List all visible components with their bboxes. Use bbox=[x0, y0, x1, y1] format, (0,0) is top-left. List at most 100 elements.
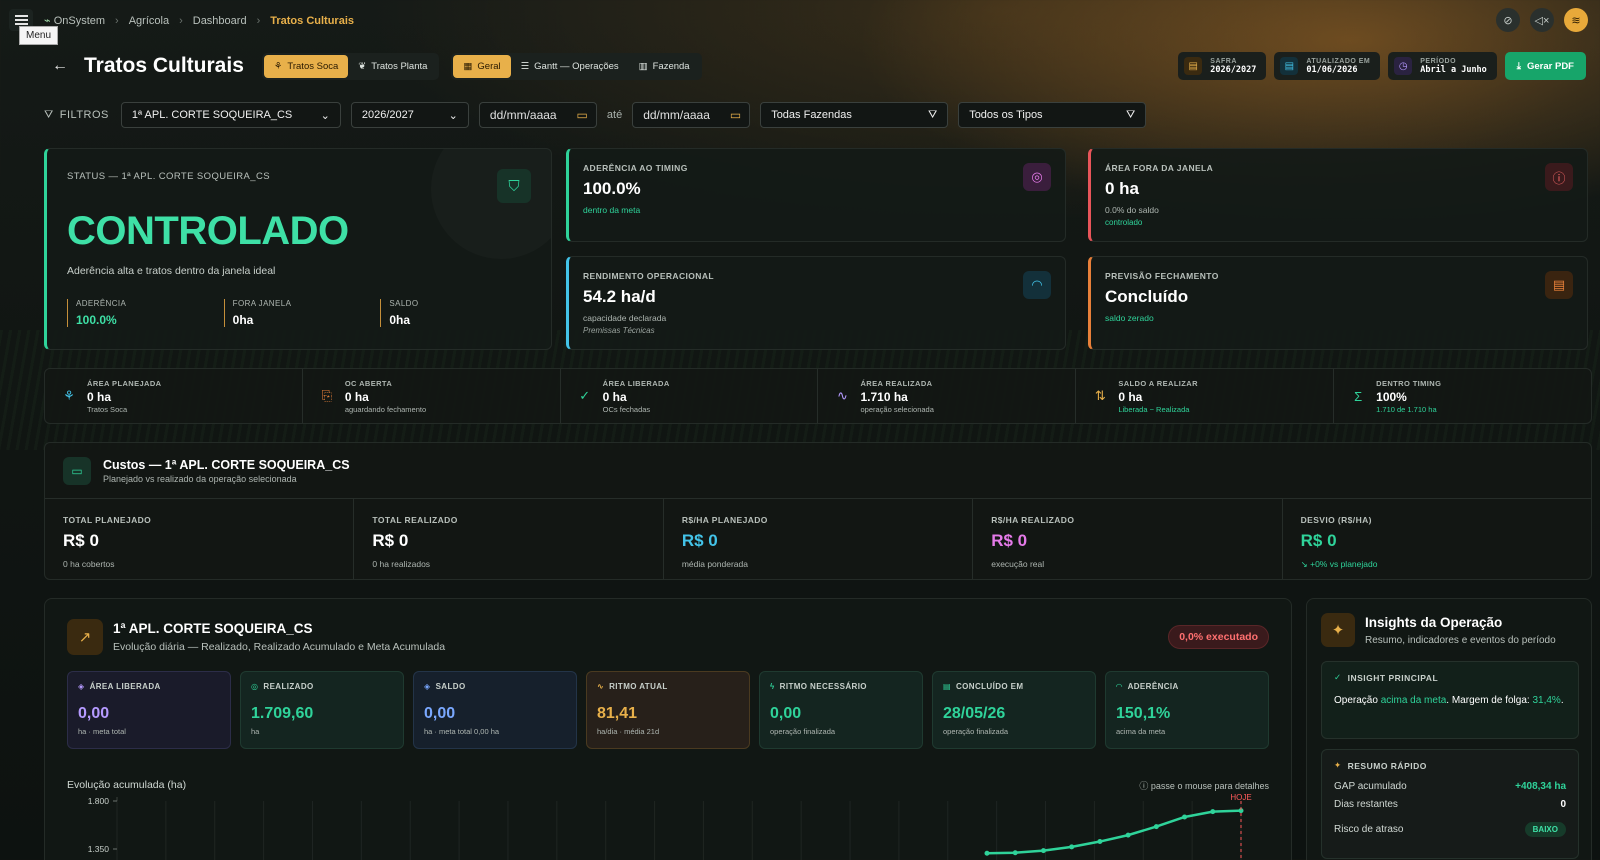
metric-ritmo-atual: ∿ RITMO ATUAL 81,41 ha/dia · média 21d bbox=[586, 671, 750, 749]
safra-label: SAFRA bbox=[1210, 57, 1237, 65]
cost-total-realizado: TOTAL REALIZADO R$ 00 ha realizados bbox=[354, 499, 664, 579]
strip-area-liberada: ✓ ÁREA LIBERADA 0 ha OCs fechadas bbox=[561, 369, 819, 423]
back-arrow-icon[interactable]: ← bbox=[52, 57, 68, 75]
target-icon: ◎ bbox=[251, 682, 259, 691]
mute-icon[interactable]: ◁× bbox=[1530, 8, 1554, 32]
chevron-down-icon: ⌄ bbox=[320, 109, 330, 122]
status-description: Aderência alta e tratos dentro da janela… bbox=[67, 265, 276, 277]
strip-area-realizada: ∿ ÁREA REALIZADA 1.710 ha operação selecio… bbox=[818, 369, 1077, 423]
generate-pdf-button[interactable]: ⤓ Gerar PDF bbox=[1504, 52, 1586, 80]
data-point bbox=[1182, 814, 1188, 820]
sprout-icon: ⚘ bbox=[63, 388, 75, 403]
filters-bar: ⛛ FILTROS 1ª APL. CORTE SOQUEIRA_CS ⌄ 2026… bbox=[44, 102, 1147, 128]
summary-strip: ⚘ ÁREA PLANEJADA 0 ha Tratos Soca ⎘ OC ABE… bbox=[44, 368, 1592, 424]
chart-title: Evolução acumulada (ha) bbox=[67, 779, 187, 791]
breadcrumb-separator: › bbox=[256, 14, 261, 27]
top-bar: Menu ⌁ OnSystem › Agrícola › Dashboard ›… bbox=[0, 0, 1600, 45]
insights-title: Insights da Operação bbox=[1365, 615, 1503, 630]
panel-subtitle: Evolução diária — Realizado, Realizado A… bbox=[113, 641, 446, 653]
layers-icon: ◈ bbox=[424, 682, 431, 691]
breadcrumb-onsystem[interactable]: ⌁ OnSystem bbox=[44, 14, 105, 27]
cost-rha-planejado: R$/HA PLANEJADO R$ 0 média ponderada bbox=[664, 499, 974, 579]
realizado-acumulado-line bbox=[986, 809, 1242, 855]
data-point bbox=[1125, 832, 1131, 838]
funnel-icon: ⛛ bbox=[1125, 108, 1136, 121]
gauge-icon: ◠ bbox=[1023, 271, 1051, 299]
tab-geral[interactable]: ▦ Geral bbox=[453, 54, 511, 78]
cost-rha-realizado: R$/HA REALIZADO R$ 0 execução real bbox=[973, 499, 1283, 579]
sprout-icon: ⚘ bbox=[273, 60, 283, 72]
today-label: HOJE bbox=[1230, 793, 1251, 802]
calendar-icon: ▤ bbox=[1280, 57, 1299, 75]
days-row: Dias restantes 0 bbox=[1334, 799, 1566, 810]
updated-value: 01/06/2026 bbox=[1306, 64, 1358, 75]
evolution-chart[interactable]: 1.800 1.350 HOJE bbox=[67, 793, 1271, 860]
breadcrumb: ⌁ OnSystem › Agrícola › Dashboard › Trat… bbox=[44, 14, 354, 28]
calendar-icon: ▤ bbox=[1184, 57, 1203, 75]
date-from-input[interactable]: dd/mm/aaaa ▭ bbox=[478, 102, 597, 128]
operation-select[interactable]: 1ª APL. CORTE SOQUEIRA_CS ⌄ bbox=[120, 102, 341, 128]
types-select[interactable]: Todos os Tipos ⛛ bbox=[958, 102, 1147, 128]
risk-badge: BAIXO bbox=[1524, 822, 1566, 837]
data-point bbox=[984, 850, 990, 856]
breadcrumb-agricola[interactable]: Agrícola bbox=[129, 15, 169, 27]
farms-select[interactable]: Todas Fazendas ⛛ bbox=[760, 102, 949, 128]
strip-area-planejada: ⚘ ÁREA PLANEJADA 0 ha Tratos Soca bbox=[45, 369, 303, 423]
period-value: Abril a Junho bbox=[1420, 64, 1487, 75]
costs-section: ▭ Custos — 1ª APL. CORTE SOQUEIRA_CS Plan… bbox=[44, 442, 1592, 580]
strip-dentro-timing: Σ DENTRO TIMING 100% 1.710 de 1.710 ha bbox=[1334, 369, 1591, 423]
date-range-separator: até bbox=[606, 109, 623, 121]
date-to-input[interactable]: dd/mm/aaaa ▭ bbox=[632, 102, 751, 128]
safra-select[interactable]: 2026/2027 ⌄ bbox=[350, 102, 469, 128]
mic-off-icon[interactable]: ⊘ bbox=[1496, 8, 1520, 32]
clock-icon: ◷ bbox=[1394, 57, 1413, 75]
breadcrumb-dashboard[interactable]: Dashboard bbox=[193, 15, 247, 27]
tab-tratos-soca[interactable]: ⚘ Tratos Soca bbox=[263, 54, 349, 78]
status-stat-fora-janela: FORA JANELA 0ha bbox=[223, 299, 381, 327]
data-point bbox=[1097, 839, 1103, 845]
page-header: ← Tratos Culturais ⚘ Tratos Soca ❦ Tratos … bbox=[52, 52, 1586, 80]
cost-desvio: DESVIO (R$/HA) R$ 0 ↘ +0% vs planejado bbox=[1300, 515, 1378, 569]
period-label: PERÍODO bbox=[1420, 57, 1457, 65]
kpi-area-fora-janela: ÁREA FORA DA JANELA 0 ha 0.0% do saldo c… bbox=[1088, 148, 1588, 242]
status-stat-aderencia: ADERÊNCIA 100.0% bbox=[67, 299, 224, 327]
tab-gantt[interactable]: ☰ Gantt — Operações bbox=[511, 55, 629, 78]
cost-total-planejado: TOTAL PLANEJADO R$ 00 ha cobertos bbox=[45, 499, 355, 579]
tab-fazenda[interactable]: ▥ Fazenda bbox=[629, 55, 700, 78]
trending-up-icon: ↗ bbox=[67, 619, 103, 655]
period-chip: ◷ PERÍODO Abril a Junho bbox=[1388, 52, 1497, 80]
tab-tratos-planta[interactable]: ❦ Tratos Planta bbox=[348, 55, 437, 78]
hamburger-icon bbox=[14, 19, 28, 21]
insights-panel: ✦ Insights da Operação Resumo, indicador… bbox=[1306, 598, 1592, 860]
gauge-icon: ◠ bbox=[1116, 682, 1123, 691]
download-icon: ⤓ bbox=[1516, 60, 1521, 72]
page-title: Tratos Culturais bbox=[84, 54, 244, 77]
risk-row: Risco de atraso BAIXO bbox=[1334, 822, 1566, 837]
menu-tooltip: Menu bbox=[19, 26, 59, 45]
metric-saldo: ◈ SALDO 0,00 ha · meta total 0,00 ha bbox=[413, 671, 577, 749]
sigma-icon: Σ bbox=[1354, 388, 1363, 404]
costs-title: Custos — 1ª APL. CORTE SOQUEIRA_CS bbox=[103, 457, 350, 472]
activity-icon: ∿ bbox=[597, 682, 605, 691]
status-stat-saldo: SALDO 0ha bbox=[380, 299, 537, 327]
metric-aderencia: ◠ ADERÊNCIA 150,1% acima da meta bbox=[1105, 671, 1269, 749]
safra-value: 2026/2027 bbox=[1210, 64, 1257, 75]
shield-icon: ⛉ bbox=[497, 169, 531, 203]
funnel-icon: ⛛ bbox=[927, 108, 938, 121]
gap-row: GAP acumulado +408,34 ha bbox=[1334, 781, 1566, 792]
zap-icon: ϟ bbox=[770, 682, 775, 691]
kpi-previsao-fechamento: PREVISÃO FECHAMENTO Concluído saldo zera… bbox=[1088, 256, 1588, 350]
activity-icon: ∿ bbox=[837, 388, 848, 403]
y-tick-label: 1.350 bbox=[88, 844, 110, 854]
insights-subtitle: Resumo, indicadores e eventos do período bbox=[1365, 635, 1556, 646]
arrows-updown-icon: ⇅ bbox=[1094, 388, 1106, 403]
safra-chip: ▤ SAFRA 2026/2027 bbox=[1178, 52, 1267, 80]
gantt-icon: ☰ bbox=[520, 60, 530, 72]
evolution-panel: ↗ 1ª APL. CORTE SOQUEIRA_CS Evolução diá… bbox=[44, 598, 1292, 860]
panel-title: 1ª APL. CORTE SOQUEIRA_CS bbox=[113, 621, 313, 636]
status-value: CONTROLADO bbox=[67, 209, 349, 253]
money-icon: ▭ bbox=[63, 456, 91, 485]
voice-assistant-icon[interactable]: ≋ bbox=[1564, 8, 1588, 32]
metric-area-liberada: ◈ ÁREA LIBERADA 0,00 ha · meta total bbox=[67, 671, 231, 749]
building-icon: ▥ bbox=[638, 60, 648, 72]
